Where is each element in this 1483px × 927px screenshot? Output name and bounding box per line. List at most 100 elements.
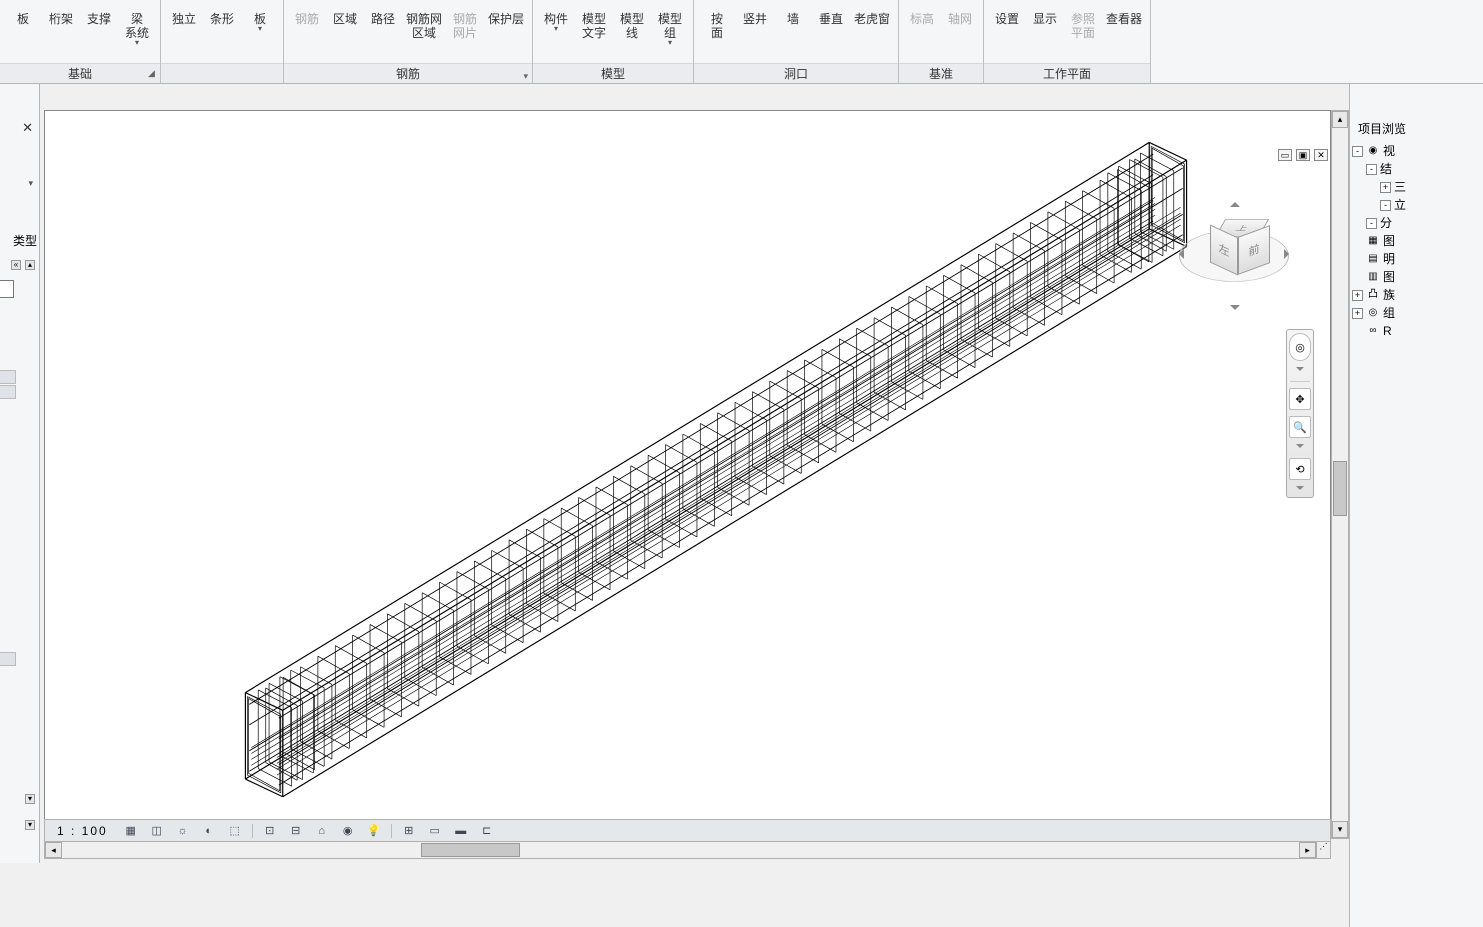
viewer-button[interactable]: 查看器 [1102,0,1146,28]
scroll-left-icon[interactable]: ◂ [45,842,62,858]
area-button[interactable]: 区域 [326,0,364,28]
viewcube-south-icon[interactable] [1230,305,1240,315]
dropdown-icon[interactable]: ▾ [28,178,33,189]
tree-node[interactable]: +凸族 [1352,286,1483,304]
canvas-vertical-scrollbar[interactable]: ▴ ▾ [1331,110,1349,839]
scroll-right-icon[interactable]: ▸ [1299,842,1316,858]
chevron-down-icon[interactable] [1296,486,1304,494]
panel-launcher-icon[interactable]: ◢ [148,68,155,79]
reveal-hidden-icon[interactable]: 💡 [365,823,383,839]
shadows-icon[interactable]: ◐ [200,823,218,839]
tree-node[interactable]: +◎组 [1352,304,1483,322]
ribbon-button-label: 支撑 [87,12,111,26]
scroll-track[interactable] [1332,128,1348,821]
scroll-track[interactable] [62,842,1299,858]
viewcube-north-icon[interactable] [1230,197,1240,207]
tree-node[interactable]: ∞R [1352,322,1483,340]
tree-node[interactable]: ▤明 [1352,250,1483,268]
worksharing-icon[interactable]: ⊞ [400,823,418,839]
cropped-row[interactable] [0,385,16,399]
collapse-icon[interactable]: - [1366,218,1377,229]
sun-path-icon[interactable]: ☼ [174,823,192,839]
zoom-icon[interactable]: 🔍 [1289,416,1311,438]
highlight-icon[interactable]: ⊏ [478,823,496,839]
rendering-icon[interactable]: ⬚ [226,823,244,839]
project-browser-tree: -◉视-结+三-立-分▦图▤明▥图+凸族+◎组∞R [1352,142,1483,340]
path-button[interactable]: 路径 [364,0,402,28]
fabric-area-button[interactable]: 钢筋网 区域 [402,0,446,42]
crop-region-icon[interactable]: ⊟ [287,823,305,839]
set-button[interactable]: 设置 [988,0,1026,28]
scroll-thumb[interactable] [421,843,520,857]
model-text-button[interactable]: 模型 文字 [575,0,613,42]
view-close-icon[interactable]: ✕ [1314,149,1328,161]
steering-wheel-icon[interactable]: ◎ [1289,333,1311,361]
tree-node[interactable]: -分 [1352,214,1483,232]
resize-grip-icon[interactable]: ⋰ [1316,842,1330,858]
collapse-up-icon[interactable]: ▴ [25,260,35,270]
tree-node[interactable]: ▦图 [1352,232,1483,250]
detail-level-icon[interactable]: ▦ [122,823,140,839]
brace-button[interactable]: 支撑 [80,0,118,28]
dormer-button[interactable]: 老虎窗 [850,0,894,28]
by-face-button[interactable]: 按 面 [698,0,736,42]
tree-node[interactable]: -◉视 [1352,142,1483,160]
truss-button[interactable]: 桁架 [42,0,80,28]
canvas-horizontal-scrollbar[interactable]: ◂ ▸ ⋰ [44,841,1331,859]
viewcube-west-icon[interactable] [1174,249,1184,259]
view-cube[interactable]: 上 左 前 [1174,201,1294,321]
cropped-row[interactable] [0,370,16,384]
collapse-icon[interactable]: - [1380,200,1391,211]
cover-button[interactable]: 保护层 [484,0,528,28]
chevron-down-icon[interactable] [1296,367,1304,375]
component-button[interactable]: 构件▾ [537,0,575,35]
vertical-button[interactable]: 垂直 [812,0,850,28]
tree-node-label: 分 [1380,214,1392,232]
temp-hide-icon[interactable]: ◉ [339,823,357,839]
3d-view-canvas[interactable]: ▭ ▣ ✕ ▴ 上 左 前 ◎ ✥ 🔍 ⟲ [44,110,1331,839]
tree-node[interactable]: ▥图 [1352,268,1483,286]
crop-view-icon[interactable]: ⊡ [261,823,279,839]
collapse-icon[interactable]: - [1366,164,1377,175]
shaft-button[interactable]: 竖井 [736,0,774,28]
orbit-icon[interactable]: ⟲ [1289,458,1311,480]
cropped-input[interactable] [0,280,14,298]
collapse-down-icon[interactable]: ▾ [25,794,35,804]
expand-icon[interactable]: + [1380,182,1391,193]
area-icon [330,0,360,10]
tree-node[interactable]: -立 [1352,196,1483,214]
show-button[interactable]: 显示 [1026,0,1064,28]
model-group-button[interactable]: 模型 组▾ [651,0,689,49]
lock-3d-icon[interactable]: ⌂ [313,823,331,839]
scroll-thumb[interactable] [1333,461,1347,516]
constraints-icon[interactable]: ▬ [452,823,470,839]
tree-node[interactable]: -结 [1352,160,1483,178]
visual-style-icon[interactable]: ◫ [148,823,166,839]
collapse-icon[interactable]: - [1352,146,1363,157]
scroll-down-icon[interactable]: ▾ [25,820,35,830]
strip-button[interactable]: 条形 [203,0,241,28]
expand-icon[interactable]: + [1352,308,1363,319]
beam-system-button[interactable]: 梁 系统▾ [118,0,156,49]
chevron-down-icon[interactable] [1296,444,1304,452]
tree-node[interactable]: +三 [1352,178,1483,196]
cropped-row[interactable] [0,652,16,666]
scroll-up-icon[interactable]: ▴ [1332,111,1348,128]
expand-icon[interactable]: + [1352,290,1363,301]
wall-opening-button[interactable]: 墙 [774,0,812,28]
slab-button[interactable]: 板 [4,0,42,28]
by-face-icon [702,0,732,10]
scroll-down-icon[interactable]: ▾ [1332,821,1348,838]
pan-icon[interactable]: ✥ [1289,388,1311,410]
slab2-button[interactable]: 板▾ [241,0,279,35]
isolated-button[interactable]: 独立 [165,0,203,28]
close-icon[interactable]: ✕ [22,120,33,136]
model-line-button[interactable]: 模型 线 [613,0,651,42]
viewcube-east-icon[interactable] [1284,249,1294,259]
view-maximize-icon[interactable]: ▣ [1296,149,1310,161]
view-scale[interactable]: 1 : 100 [51,824,114,838]
chevron-down-icon[interactable]: ▾ [524,68,529,84]
analytical-icon[interactable]: ▭ [426,823,444,839]
expand-icon[interactable]: « [11,260,21,270]
view-minimize-icon[interactable]: ▭ [1278,149,1292,161]
